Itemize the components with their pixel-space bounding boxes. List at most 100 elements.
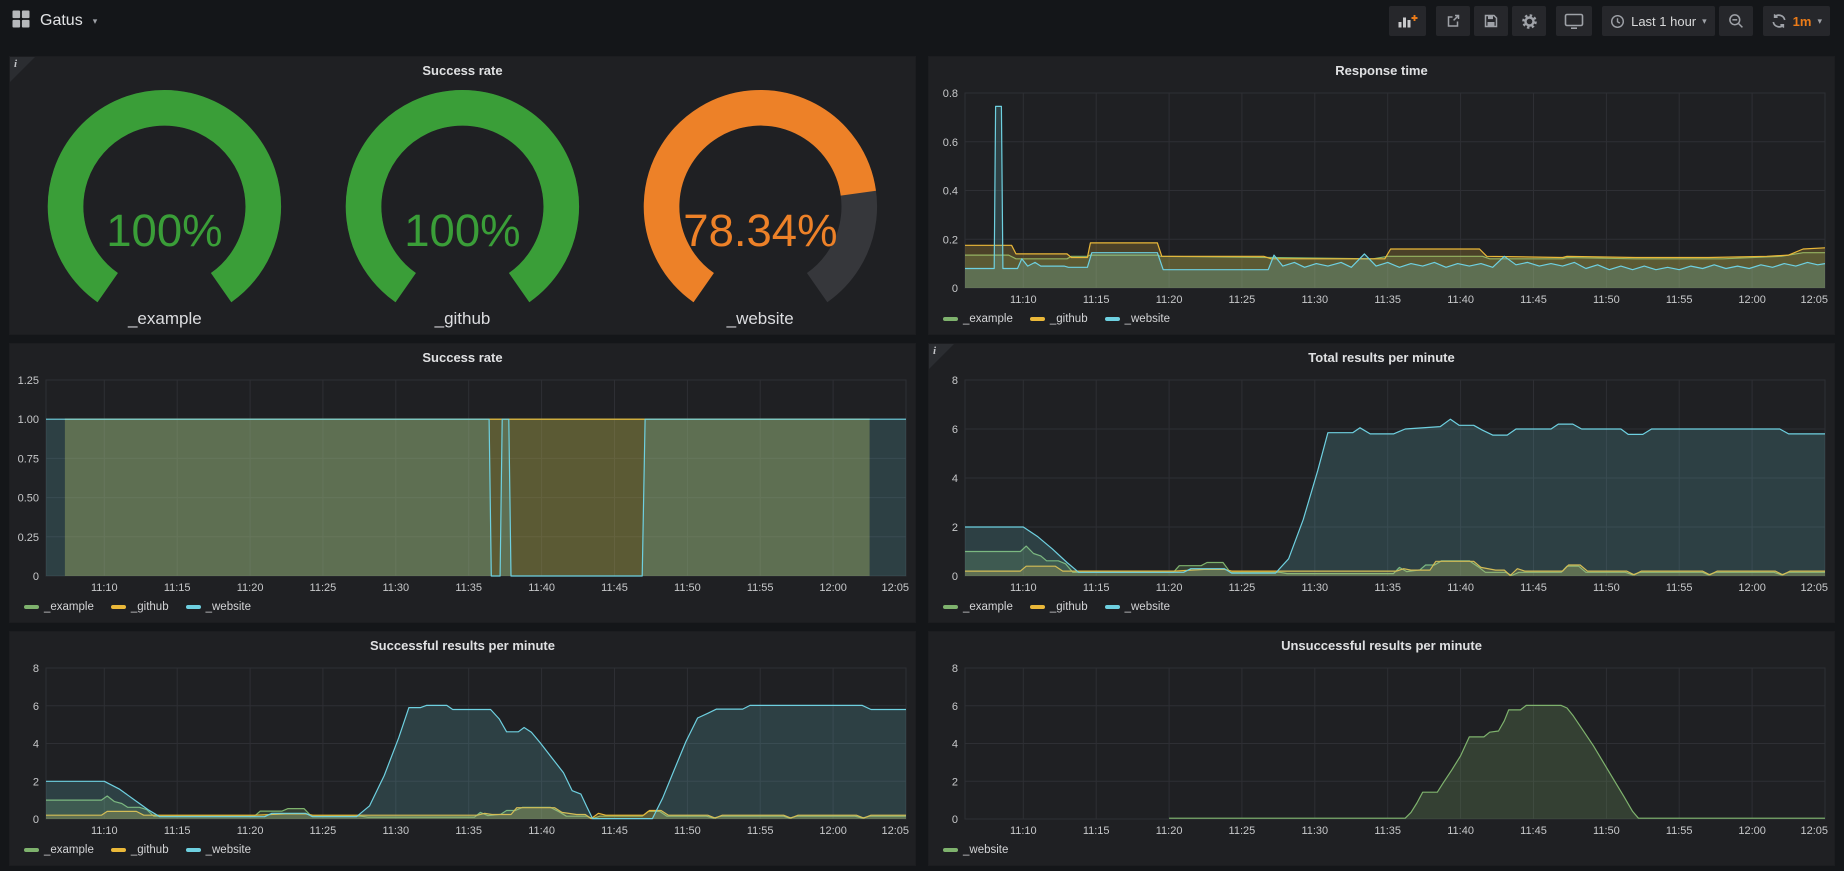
legend-swatch [111,605,126,609]
svg-text:6: 6 [952,424,958,436]
svg-text:11:50: 11:50 [1593,582,1620,594]
legend-item-_website[interactable]: _website [1105,601,1170,613]
legend-swatch [186,848,201,852]
svg-text:11:45: 11:45 [1520,825,1547,837]
gauge-_github: 100%_github [314,88,612,328]
svg-text:12:05: 12:05 [1800,582,1828,594]
panel-title[interactable]: Response time [929,57,1834,83]
svg-text:11:25: 11:25 [310,825,337,837]
gauge-value: 100% [404,205,520,256]
gauge-arc: 100% [324,88,601,310]
legend-swatch [943,848,958,852]
chart-area: 0246811:1011:1511:2011:2511:3011:3511:40… [929,658,1834,839]
zoom-out-button[interactable] [1719,6,1753,36]
svg-text:11:15: 11:15 [164,825,191,837]
gauge-arc: 100% [26,88,303,310]
panel-info-icon[interactable]: i [10,57,35,82]
svg-text:11:40: 11:40 [528,825,555,837]
legend-item-_website[interactable]: _website [186,844,251,856]
panel-title[interactable]: Unsuccessful results per minute [929,632,1834,658]
refresh-interval-label: 1m [1793,14,1812,29]
dashboard-picker[interactable]: Gatus ▾ [12,10,97,33]
svg-text:11:25: 11:25 [310,582,337,594]
legend-swatch [943,317,958,321]
svg-text:2: 2 [952,776,958,788]
svg-text:11:45: 11:45 [1520,294,1547,306]
legend-item-_example[interactable]: _example [24,601,94,613]
panel-title[interactable]: Total results per minute [929,344,1834,370]
panel-info-icon[interactable]: i [929,344,954,369]
panel-successful-results: Successful results per minute 0246811:10… [9,631,916,866]
chart-area: 00.250.500.751.001.2511:1011:1511:2011:2… [10,370,915,596]
legend-item-_github[interactable]: _github [1030,313,1088,325]
chart-legend: _website [929,839,1834,865]
add-panel-button[interactable] [1389,6,1426,36]
svg-text:11:35: 11:35 [1374,825,1401,837]
svg-text:4: 4 [33,739,39,751]
time-range-label: Last 1 hour [1631,14,1696,29]
svg-text:12:05: 12:05 [1800,294,1828,306]
svg-text:12:05: 12:05 [1800,825,1828,837]
chart-canvas: 00.250.500.751.001.2511:1011:1511:2011:2… [10,370,915,596]
svg-text:11:25: 11:25 [1229,825,1256,837]
legend-label: _github [1050,313,1088,325]
legend-item-_website[interactable]: _website [943,844,1008,856]
svg-text:11:35: 11:35 [1374,582,1401,594]
save-icon [1483,13,1499,29]
svg-text:11:20: 11:20 [1156,825,1183,837]
dashboard-caret-icon: ▾ [93,17,98,26]
svg-text:11:30: 11:30 [1301,582,1328,594]
svg-text:0.8: 0.8 [943,88,958,100]
legend-item-_github[interactable]: _github [111,844,169,856]
save-button[interactable] [1474,6,1508,36]
legend-item-_example[interactable]: _example [24,844,94,856]
svg-text:2: 2 [952,522,958,534]
legend-label: _github [1050,601,1088,613]
share-icon [1445,13,1461,29]
legend-item-_website[interactable]: _website [1105,313,1170,325]
svg-text:0.4: 0.4 [943,186,958,198]
svg-text:11:10: 11:10 [91,582,118,594]
panel-title[interactable]: Success rate [10,344,915,370]
legend-item-_example[interactable]: _example [943,601,1013,613]
legend-item-_github[interactable]: _github [111,601,169,613]
legend-label: _github [131,844,169,856]
legend-item-_example[interactable]: _example [943,313,1013,325]
gauge-value: 100% [107,205,223,256]
panel-unsuccessful-results: Unsuccessful results per minute 0246811:… [928,631,1835,866]
svg-text:0.2: 0.2 [943,234,958,246]
legend-swatch [943,605,958,609]
refresh-button[interactable]: 1m ▾ [1763,6,1830,36]
legend-swatch [186,605,201,609]
panel-title[interactable]: Successful results per minute [10,632,915,658]
zoom-out-icon [1728,13,1744,29]
panel-title[interactable]: Success rate [10,57,915,83]
svg-text:11:55: 11:55 [747,825,774,837]
chart-area: 0246811:1011:1511:2011:2511:3011:3511:40… [10,658,915,839]
legend-item-_website[interactable]: _website [186,601,251,613]
svg-text:0: 0 [952,814,958,826]
svg-text:12:00: 12:00 [819,825,847,837]
svg-text:11:15: 11:15 [1083,825,1110,837]
share-button[interactable] [1436,6,1470,36]
svg-text:11:40: 11:40 [1447,825,1474,837]
legend-swatch [111,848,126,852]
tv-mode-button[interactable] [1556,6,1592,36]
chart-legend: _example _github _website [10,596,915,622]
svg-text:0: 0 [33,571,39,583]
chart-canvas: 00.20.40.60.811:1011:1511:2011:2511:3011… [929,83,1834,308]
settings-button[interactable] [1512,6,1546,36]
dashboard-grid: i Success rate 100%_example100%_github78… [0,42,1844,866]
time-range-button[interactable]: Last 1 hour ▾ [1602,6,1715,36]
dashboard-title[interactable]: Gatus [40,12,83,30]
legend-swatch [1030,317,1045,321]
svg-text:11:55: 11:55 [1666,294,1693,306]
tv-mode-icon [1564,12,1584,30]
svg-text:0.50: 0.50 [18,493,39,505]
legend-item-_github[interactable]: _github [1030,601,1088,613]
svg-text:11:30: 11:30 [382,582,409,594]
svg-text:11:30: 11:30 [1301,825,1328,837]
svg-text:0.6: 0.6 [943,137,958,149]
svg-text:11:35: 11:35 [455,582,482,594]
svg-text:0: 0 [33,814,39,826]
